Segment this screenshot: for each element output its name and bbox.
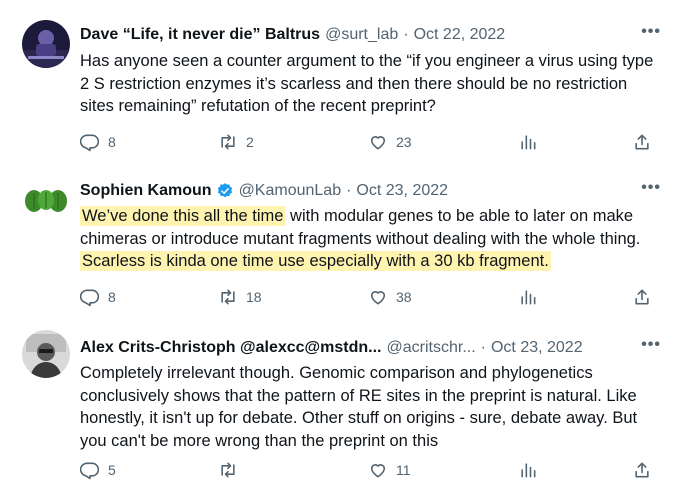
more-icon[interactable]: •••	[641, 179, 661, 197]
views-icon	[521, 463, 536, 478]
reply-count: 8	[108, 134, 116, 150]
tweet-text: Has anyone seen a counter argument to th…	[80, 52, 654, 115]
tweet-header: Sophien Kamoun @KamounLab · Oct 23, 2022…	[80, 179, 661, 203]
highlighted-text: Scarless is kinda one time use especiall…	[80, 251, 551, 271]
reply-count: 5	[108, 462, 116, 478]
author-name[interactable]: Sophien Kamoun	[80, 179, 212, 203]
share-icon	[635, 462, 649, 478]
author-name[interactable]: Dave “Life, it never die” Baltrus	[80, 23, 320, 47]
more-icon[interactable]: •••	[641, 336, 661, 354]
like-icon	[370, 291, 386, 305]
tweet-date[interactable]: Oct 22, 2022	[414, 23, 506, 47]
like-button[interactable]: 23	[368, 130, 412, 154]
views-icon	[521, 135, 536, 150]
tweet: Dave “Life, it never die” Baltrus @surt_…	[0, 0, 679, 162]
tweet-header: Dave “Life, it never die” Baltrus @surt_…	[80, 23, 661, 47]
retweet-icon	[221, 134, 235, 150]
share-button[interactable]	[632, 285, 652, 309]
reply-count: 8	[108, 289, 116, 305]
separator-dot: ·	[403, 26, 409, 43]
more-icon[interactable]: •••	[641, 23, 661, 41]
like-icon	[370, 464, 386, 478]
share-button[interactable]	[632, 130, 652, 154]
share-icon	[635, 289, 649, 305]
tweet: Alex Crits-Christoph @alexcc@mstdn... @a…	[0, 321, 679, 503]
views-icon	[521, 290, 536, 305]
tweet-actions: 8 2 23	[80, 130, 660, 154]
reply-button[interactable]: 8	[80, 285, 116, 309]
views-button[interactable]	[518, 130, 538, 154]
retweet-button[interactable]: 18	[218, 285, 262, 309]
tweet-text: Completely irrelevant though. Genomic co…	[80, 364, 638, 450]
like-count: 38	[396, 289, 412, 305]
author-handle[interactable]: @acritschr...	[387, 336, 476, 360]
author-name[interactable]: Alex Crits-Christoph @alexcc@mstdn...	[80, 336, 382, 360]
avatar[interactable]	[22, 175, 70, 223]
like-count: 23	[396, 134, 412, 150]
verified-badge-icon	[217, 183, 232, 198]
like-button[interactable]: 38	[368, 285, 412, 309]
retweet-button[interactable]	[218, 458, 246, 482]
tweet: Sophien Kamoun @KamounLab · Oct 23, 2022…	[0, 162, 679, 321]
share-icon	[635, 134, 649, 150]
reply-button[interactable]: 8	[80, 130, 116, 154]
highlighted-text: We’ve done this all the time	[80, 206, 286, 226]
reply-button[interactable]: 5	[80, 458, 116, 482]
tweet-header: Alex Crits-Christoph @alexcc@mstdn... @a…	[80, 336, 661, 360]
separator-dot: ·	[480, 339, 486, 356]
reply-icon	[80, 134, 100, 152]
retweet-count: 2	[246, 134, 254, 150]
author-handle[interactable]: @surt_lab	[325, 23, 398, 47]
separator-dot: ·	[346, 182, 352, 199]
author-handle[interactable]: @KamounLab	[239, 179, 342, 203]
avatar[interactable]	[22, 330, 70, 378]
retweet-count: 18	[246, 289, 262, 305]
views-button[interactable]	[518, 285, 538, 309]
tweet-actions: 5 11	[80, 458, 660, 482]
tweet-actions: 8 18 38	[80, 285, 660, 309]
tweet-text: We’ve done this all the time with modula…	[80, 205, 660, 273]
views-button[interactable]	[518, 458, 538, 482]
retweet-icon	[221, 289, 235, 305]
tweet-date[interactable]: Oct 23, 2022	[491, 336, 583, 360]
like-button[interactable]: 11	[368, 458, 411, 482]
reply-icon	[80, 462, 100, 480]
share-button[interactable]	[632, 458, 652, 482]
retweet-button[interactable]: 2	[218, 130, 254, 154]
like-icon	[370, 136, 386, 150]
tweet-date[interactable]: Oct 23, 2022	[356, 179, 448, 203]
like-count: 11	[396, 462, 411, 478]
reply-icon	[80, 289, 100, 307]
avatar[interactable]	[22, 20, 70, 68]
retweet-icon	[221, 462, 235, 478]
